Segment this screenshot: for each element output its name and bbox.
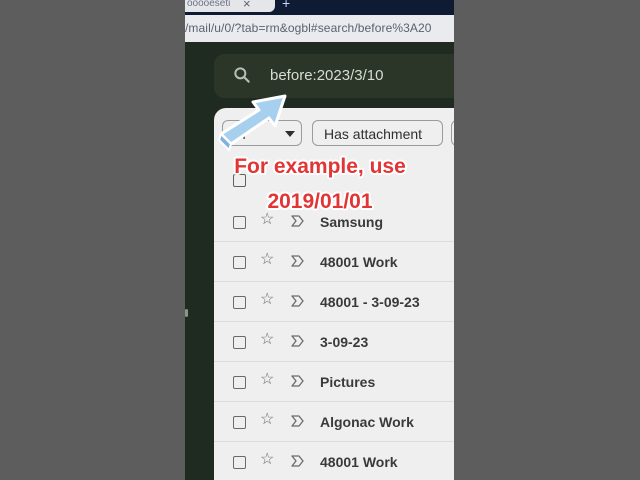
importance-marker-icon[interactable]: [291, 454, 305, 468]
star-icon[interactable]: ☆: [260, 252, 274, 268]
row-checkbox[interactable]: [233, 256, 246, 269]
has-attachment-chip[interactable]: Has attachment: [312, 120, 443, 146]
caption-line-1: For example, use: [234, 155, 406, 178]
email-row[interactable]: ☆ 48001 Work: [214, 442, 454, 480]
phone-screen: ooooeseti × + /mail/u/0/?tab=rm&ogbl#sea…: [185, 0, 454, 480]
email-row[interactable]: ☆ Pictures: [214, 362, 454, 402]
tab-close-icon[interactable]: ×: [243, 0, 251, 11]
star-icon[interactable]: ☆: [260, 212, 274, 228]
importance-marker-icon[interactable]: [291, 374, 305, 388]
email-subject: 48001 Work: [320, 454, 398, 470]
email-subject: 48001 Work: [320, 254, 398, 270]
importance-marker-icon[interactable]: [291, 334, 305, 348]
tab-title: ooooeseti: [187, 0, 231, 9]
browser-tab-bar: ooooeseti × +: [185, 0, 454, 15]
new-tab-icon[interactable]: +: [282, 0, 290, 11]
row-checkbox[interactable]: [233, 216, 246, 229]
email-row[interactable]: ☆ Algonac Work: [214, 402, 454, 442]
search-icon[interactable]: [232, 65, 252, 85]
right-dimmed-region: [454, 0, 640, 480]
row-checkbox[interactable]: [233, 456, 246, 469]
sidebar-indicator: [185, 309, 188, 317]
left-dimmed-region: [0, 0, 185, 480]
email-subject: Samsung: [320, 214, 384, 230]
address-bar[interactable]: /mail/u/0/?tab=rm&ogbl#search/before%3A2…: [185, 15, 454, 42]
email-subject: 3-09-23: [320, 334, 369, 350]
row-checkbox[interactable]: [233, 416, 246, 429]
star-icon[interactable]: ☆: [260, 292, 274, 308]
search-input[interactable]: before:2023/3/10: [270, 67, 383, 84]
row-checkbox[interactable]: [233, 296, 246, 309]
email-row[interactable]: ☆ 48001 Work: [214, 242, 454, 282]
email-subject: Pictures: [320, 374, 376, 390]
caption-line-2: 2019/01/01: [267, 190, 373, 213]
email-subject: Algonac Work: [320, 414, 414, 430]
star-icon[interactable]: ☆: [260, 412, 274, 428]
pointer-arrow-icon: [218, 94, 287, 151]
star-icon[interactable]: ☆: [260, 332, 274, 348]
star-icon[interactable]: ☆: [260, 452, 274, 468]
importance-marker-icon[interactable]: [291, 414, 305, 428]
star-icon[interactable]: ☆: [260, 372, 274, 388]
has-attachment-label: Has attachment: [324, 126, 423, 142]
importance-marker-icon[interactable]: [291, 214, 305, 228]
url-text: /mail/u/0/?tab=rm&ogbl#search/before%3A2…: [185, 21, 432, 35]
row-checkbox[interactable]: [233, 376, 246, 389]
row-checkbox[interactable]: [233, 336, 246, 349]
email-row[interactable]: ☆ 48001 - 3-09-23: [214, 282, 454, 322]
browser-tab[interactable]: ooooeseti ×: [185, 0, 275, 12]
email-row[interactable]: ☆ 3-09-23: [214, 322, 454, 362]
email-subject: 48001 - 3-09-23: [320, 294, 420, 310]
importance-marker-icon[interactable]: [291, 254, 305, 268]
importance-marker-icon[interactable]: [291, 294, 305, 308]
